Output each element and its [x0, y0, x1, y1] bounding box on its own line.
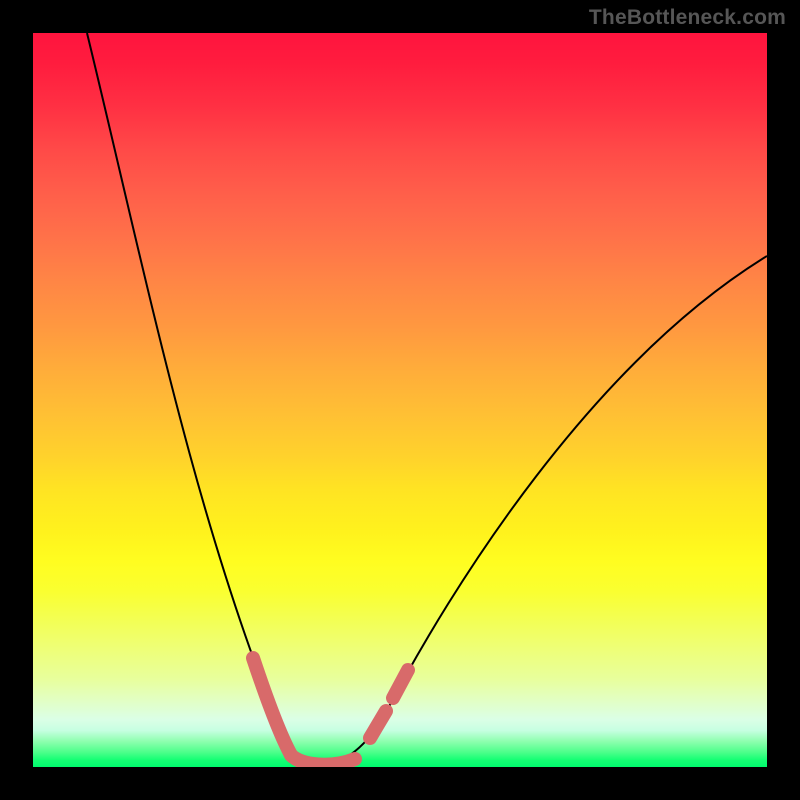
chart-frame: TheBottleneck.com [0, 0, 800, 800]
chart-svg [33, 33, 767, 767]
bottleneck-curve [87, 33, 767, 766]
plot-area [33, 33, 767, 767]
highlight-right-upper [393, 670, 408, 698]
highlight-right-lower [370, 711, 386, 738]
highlight-left [253, 658, 291, 755]
watermark-text: TheBottleneck.com [589, 6, 786, 30]
highlight-bottom [291, 755, 355, 765]
